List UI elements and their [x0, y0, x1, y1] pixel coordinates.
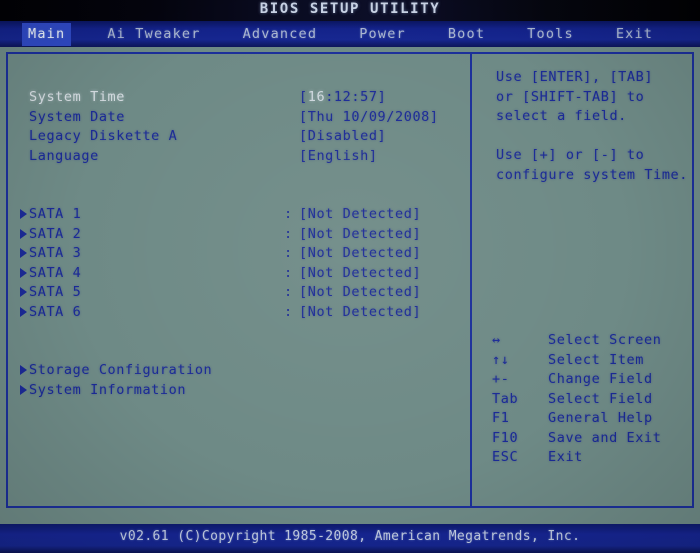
help-pane: Use [ENTER], [TAB] or [SHIFT-TAB] to sel… — [474, 54, 692, 506]
title-strip: BIOS SETUP UTILITY — [0, 0, 700, 21]
row-system-time[interactable]: System Time [16:12:57] — [20, 89, 462, 109]
footer-bar: v02.61 (C)Copyright 1985-2008, American … — [0, 524, 700, 553]
sata-1-value: [Not Detected] — [299, 206, 422, 222]
legend-row-general-help: F1 General Help — [492, 410, 688, 430]
tab-main[interactable]: Main — [22, 22, 72, 46]
row-sata-3[interactable]: SATA 3 : [Not Detected] — [20, 245, 462, 265]
system-time-label: System Time — [29, 89, 126, 105]
content-frame: System Time [16:12:57] System Date [Thu … — [6, 52, 694, 508]
sata-1-label: SATA 1 — [29, 206, 82, 222]
copyright-text: v02.61 (C)Copyright 1985-2008, American … — [119, 529, 581, 544]
legend-label-exit: Exit — [548, 449, 583, 465]
sata-1-colon: : — [284, 206, 293, 222]
tab-boot[interactable]: Boot — [442, 23, 491, 46]
row-system-date[interactable]: System Date [Thu 10/09/2008] — [20, 109, 462, 129]
legend-row-select-field: Tab Select Field — [492, 391, 688, 411]
sata-2-label: SATA 2 — [29, 225, 82, 242]
legend-label-general-help: General Help — [548, 410, 653, 426]
submenu-arrow-icon — [20, 306, 27, 317]
submenu-arrow-icon — [20, 209, 27, 219]
row-sata-2[interactable]: SATA 2 : [Not Detected] — [20, 226, 462, 246]
legend-label-select-field: Select Field — [548, 390, 653, 407]
legend-row-select-item: ↑↓ Select Item — [492, 352, 688, 372]
main-settings-pane: System Time [16:12:57] System Date [Thu … — [8, 54, 472, 506]
system-time-bracket-open: [ — [299, 89, 308, 105]
tab-power[interactable]: Power — [353, 23, 412, 46]
tab-ai-tweaker[interactable]: Ai Tweaker — [101, 23, 206, 46]
submenu-group: Storage Configuration System Information — [20, 362, 462, 401]
legacy-diskette-a-label: Legacy Diskette A — [29, 128, 178, 144]
row-sata-5[interactable]: SATA 5 : [Not Detected] — [20, 284, 462, 304]
row-language[interactable]: Language [English] — [20, 148, 462, 168]
page-title: BIOS SETUP UTILITY — [259, 1, 441, 17]
f10-key-icon: F10 — [492, 429, 519, 446]
sata-3-value: [Not Detected] — [299, 245, 422, 261]
sata-5-label: SATA 5 — [29, 284, 82, 300]
legend-label-save-and-exit: Save and Exit — [548, 429, 662, 446]
tab-advanced[interactable]: Advanced — [237, 23, 324, 46]
row-legacy-diskette-a[interactable]: Legacy Diskette A [Disabled] — [20, 128, 462, 148]
sata-3-colon: : — [284, 245, 293, 261]
language-label: Language — [29, 147, 99, 164]
row-system-information[interactable]: System Information — [20, 382, 462, 402]
sata-drives-group: SATA 1 : [Not Detected] SATA 2 : [Not De… — [20, 206, 462, 323]
sata-5-colon: : — [284, 284, 293, 300]
legacy-diskette-a-value[interactable]: [Disabled] — [299, 128, 386, 144]
f1-key-icon: F1 — [492, 410, 510, 426]
key-legend: ↔ Select Screen ↑↓ Select Item +- Change… — [492, 332, 688, 469]
submenu-arrow-icon — [20, 384, 27, 395]
submenu-arrow-icon — [20, 248, 27, 258]
system-information-label: System Information — [29, 381, 187, 398]
system-date-label: System Date — [29, 108, 126, 125]
system-time-rest: :12:57] — [325, 89, 387, 105]
sata-6-label: SATA 6 — [29, 303, 82, 320]
sata-2-colon: : — [284, 225, 293, 242]
legend-row-save-and-exit: F10 Save and Exit — [492, 430, 688, 450]
submenu-arrow-icon — [20, 287, 27, 297]
sata-4-label: SATA 4 — [29, 264, 82, 281]
system-settings-group: System Time [16:12:57] System Date [Thu … — [20, 89, 462, 167]
legend-row-exit: ESC Exit — [492, 449, 688, 469]
plus-minus-icon: +- — [492, 371, 510, 387]
system-time-value[interactable]: [16:12:57] — [299, 89, 386, 105]
row-sata-4[interactable]: SATA 4 : [Not Detected] — [20, 265, 462, 285]
sata-3-label: SATA 3 — [29, 245, 82, 261]
sata-4-colon: : — [284, 264, 293, 281]
submenu-arrow-icon — [20, 365, 27, 375]
row-storage-configuration[interactable]: Storage Configuration — [20, 362, 462, 382]
legend-row-change-field: +- Change Field — [492, 371, 688, 391]
storage-configuration-label: Storage Configuration — [29, 362, 213, 378]
sata-6-value: [Not Detected] — [299, 303, 422, 320]
submenu-arrow-icon — [20, 267, 27, 278]
system-date-value[interactable]: [Thu 10/09/2008] — [299, 109, 439, 125]
sata-5-value: [Not Detected] — [299, 284, 422, 300]
legend-label-select-screen: Select Screen — [548, 332, 662, 348]
language-value[interactable]: [English] — [299, 148, 378, 164]
system-time-hour-field[interactable]: 16 — [308, 89, 325, 105]
legend-label-change-field: Change Field — [548, 371, 653, 387]
up-down-arrow-icon: ↑↓ — [492, 351, 510, 368]
sata-4-value: [Not Detected] — [299, 264, 422, 281]
tab-key-icon: Tab — [492, 390, 519, 407]
tab-exit[interactable]: Exit — [610, 23, 659, 46]
legend-label-select-item: Select Item — [548, 351, 645, 368]
row-sata-6[interactable]: SATA 6 : [Not Detected] — [20, 304, 462, 324]
legend-row-select-screen: ↔ Select Screen — [492, 332, 688, 352]
tab-tools[interactable]: Tools — [521, 23, 580, 46]
left-right-arrow-icon: ↔ — [492, 332, 501, 348]
row-sata-1[interactable]: SATA 1 : [Not Detected] — [20, 206, 462, 226]
sata-6-colon: : — [284, 303, 293, 320]
submenu-arrow-icon — [20, 228, 27, 239]
esc-key-icon: ESC — [492, 449, 519, 465]
sata-2-value: [Not Detected] — [299, 225, 422, 242]
help-text: Use [ENTER], [TAB] or [SHIFT-TAB] to sel… — [496, 69, 689, 183]
bios-setup-screen: BIOS SETUP UTILITY Main Ai Tweaker Advan… — [0, 0, 700, 553]
menu-bar: Main Ai Tweaker Advanced Power Boot Tool… — [0, 21, 700, 47]
